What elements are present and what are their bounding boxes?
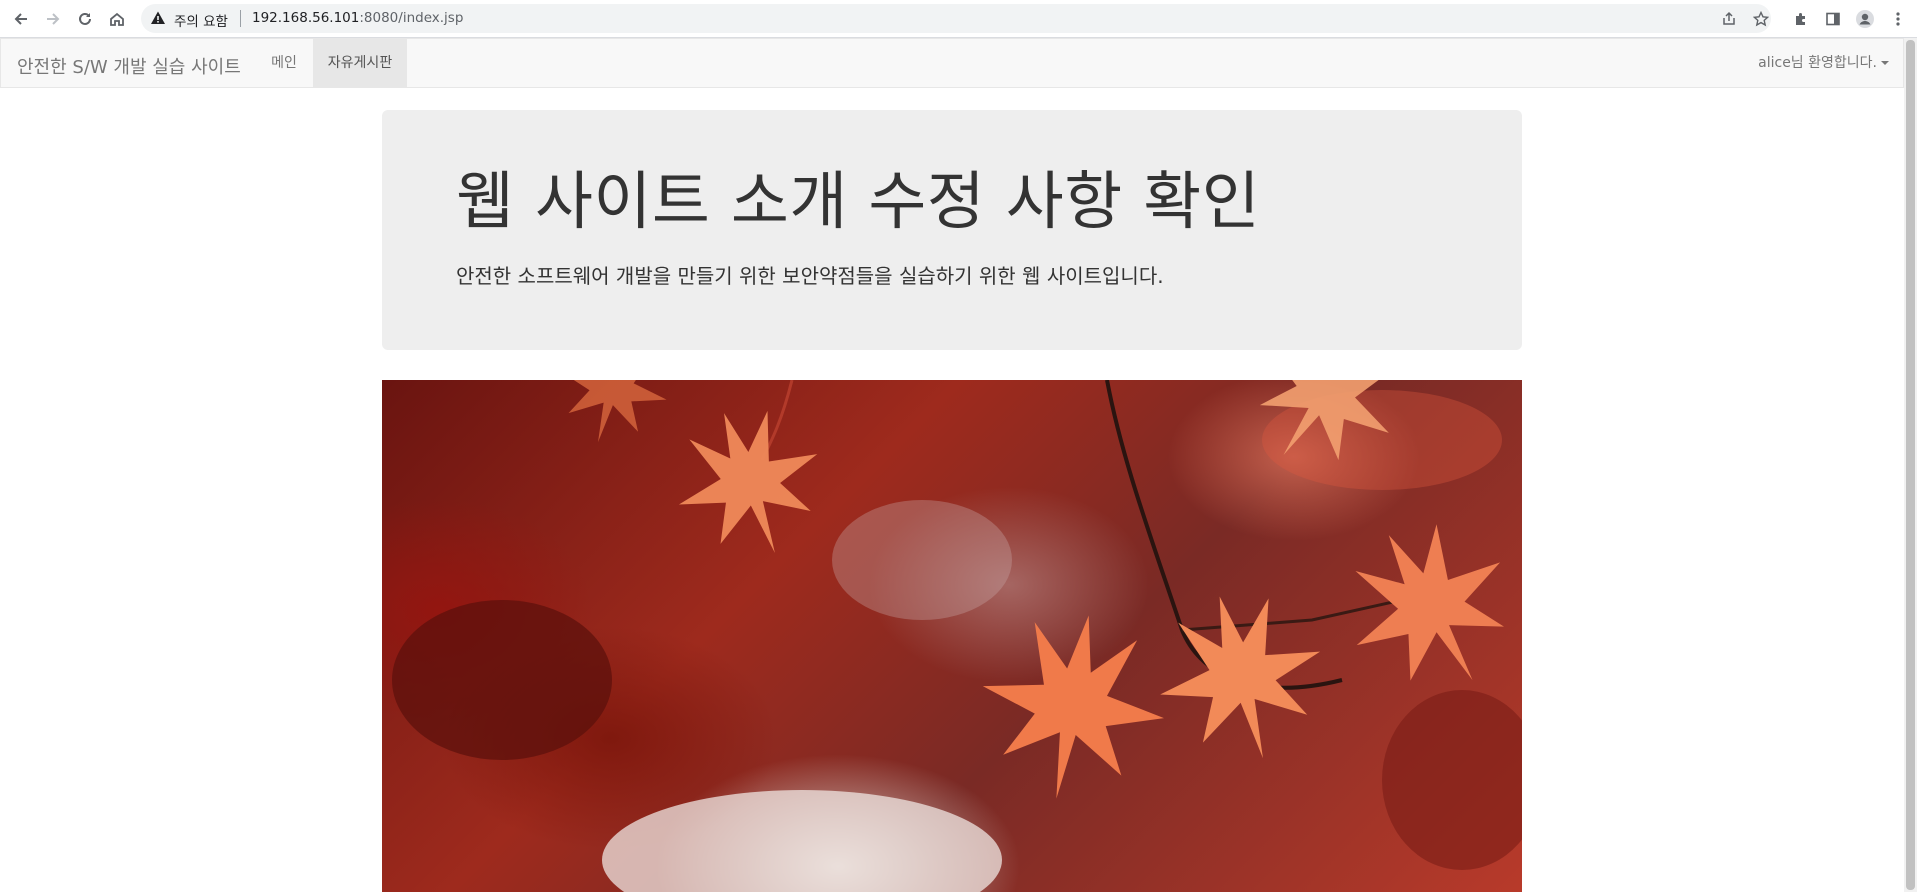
forward-button[interactable] bbox=[39, 5, 67, 33]
page-scrollbar[interactable] bbox=[1904, 38, 1917, 892]
reload-button[interactable] bbox=[71, 5, 99, 33]
star-icon[interactable] bbox=[1751, 9, 1771, 29]
maple-leaves-illustration bbox=[392, 380, 1522, 892]
arrow-left-icon bbox=[14, 13, 27, 25]
url-path: :8080/index.jsp bbox=[359, 10, 464, 26]
omnibox-divider bbox=[240, 10, 241, 27]
hero-image bbox=[382, 380, 1522, 892]
scrollbar-thumb[interactable] bbox=[1906, 40, 1915, 890]
caret-down-icon bbox=[1881, 61, 1889, 65]
warning-icon[interactable] bbox=[150, 10, 166, 30]
back-button[interactable] bbox=[7, 5, 35, 33]
home-button[interactable] bbox=[103, 5, 131, 33]
page-subtitle: 안전한 소프트웨어 개발을 만들기 위한 보안약점들을 실습하기 위한 웹 사이… bbox=[456, 264, 1164, 288]
user-greeting: alice님 환영합니다. bbox=[1758, 55, 1877, 71]
nav-item-free-board[interactable]: 자유게시판 bbox=[313, 39, 407, 87]
site-navbar: 안전한 S/W 개발 실습 사이트 메인 자유게시판 alice님 환영합니다. bbox=[0, 38, 1904, 88]
reload-icon bbox=[79, 12, 91, 25]
browser-toolbar: 주의 요함 192.168.56.101:8080/index.jsp bbox=[0, 0, 1917, 38]
page-title: 웹 사이트 소개 수정 사항 확인 bbox=[456, 165, 1261, 238]
navbar-brand[interactable]: 안전한 S/W 개발 실습 사이트 bbox=[17, 53, 241, 79]
nav-item-main[interactable]: 메인 bbox=[257, 39, 311, 87]
jumbotron: 웹 사이트 소개 수정 사항 확인 안전한 소프트웨어 개발을 만들기 위한 보… bbox=[382, 110, 1522, 350]
url-host: 192.168.56.101 bbox=[252, 10, 360, 26]
user-menu-dropdown[interactable]: alice님 환영합니다. bbox=[1758, 39, 1889, 87]
kebab-menu-icon[interactable] bbox=[1888, 9, 1908, 29]
side-panel-icon[interactable] bbox=[1823, 9, 1843, 29]
security-label[interactable]: 주의 요함 bbox=[174, 10, 228, 30]
home-icon bbox=[110, 12, 124, 26]
address-bar[interactable]: 주의 요함 192.168.56.101:8080/index.jsp bbox=[141, 4, 1771, 33]
share-icon[interactable] bbox=[1719, 9, 1739, 29]
url-text[interactable]: 192.168.56.101:8080/index.jsp bbox=[252, 10, 463, 26]
puzzle-icon[interactable] bbox=[1791, 9, 1811, 29]
arrow-right-icon bbox=[47, 13, 60, 25]
profile-icon[interactable] bbox=[1855, 9, 1875, 29]
